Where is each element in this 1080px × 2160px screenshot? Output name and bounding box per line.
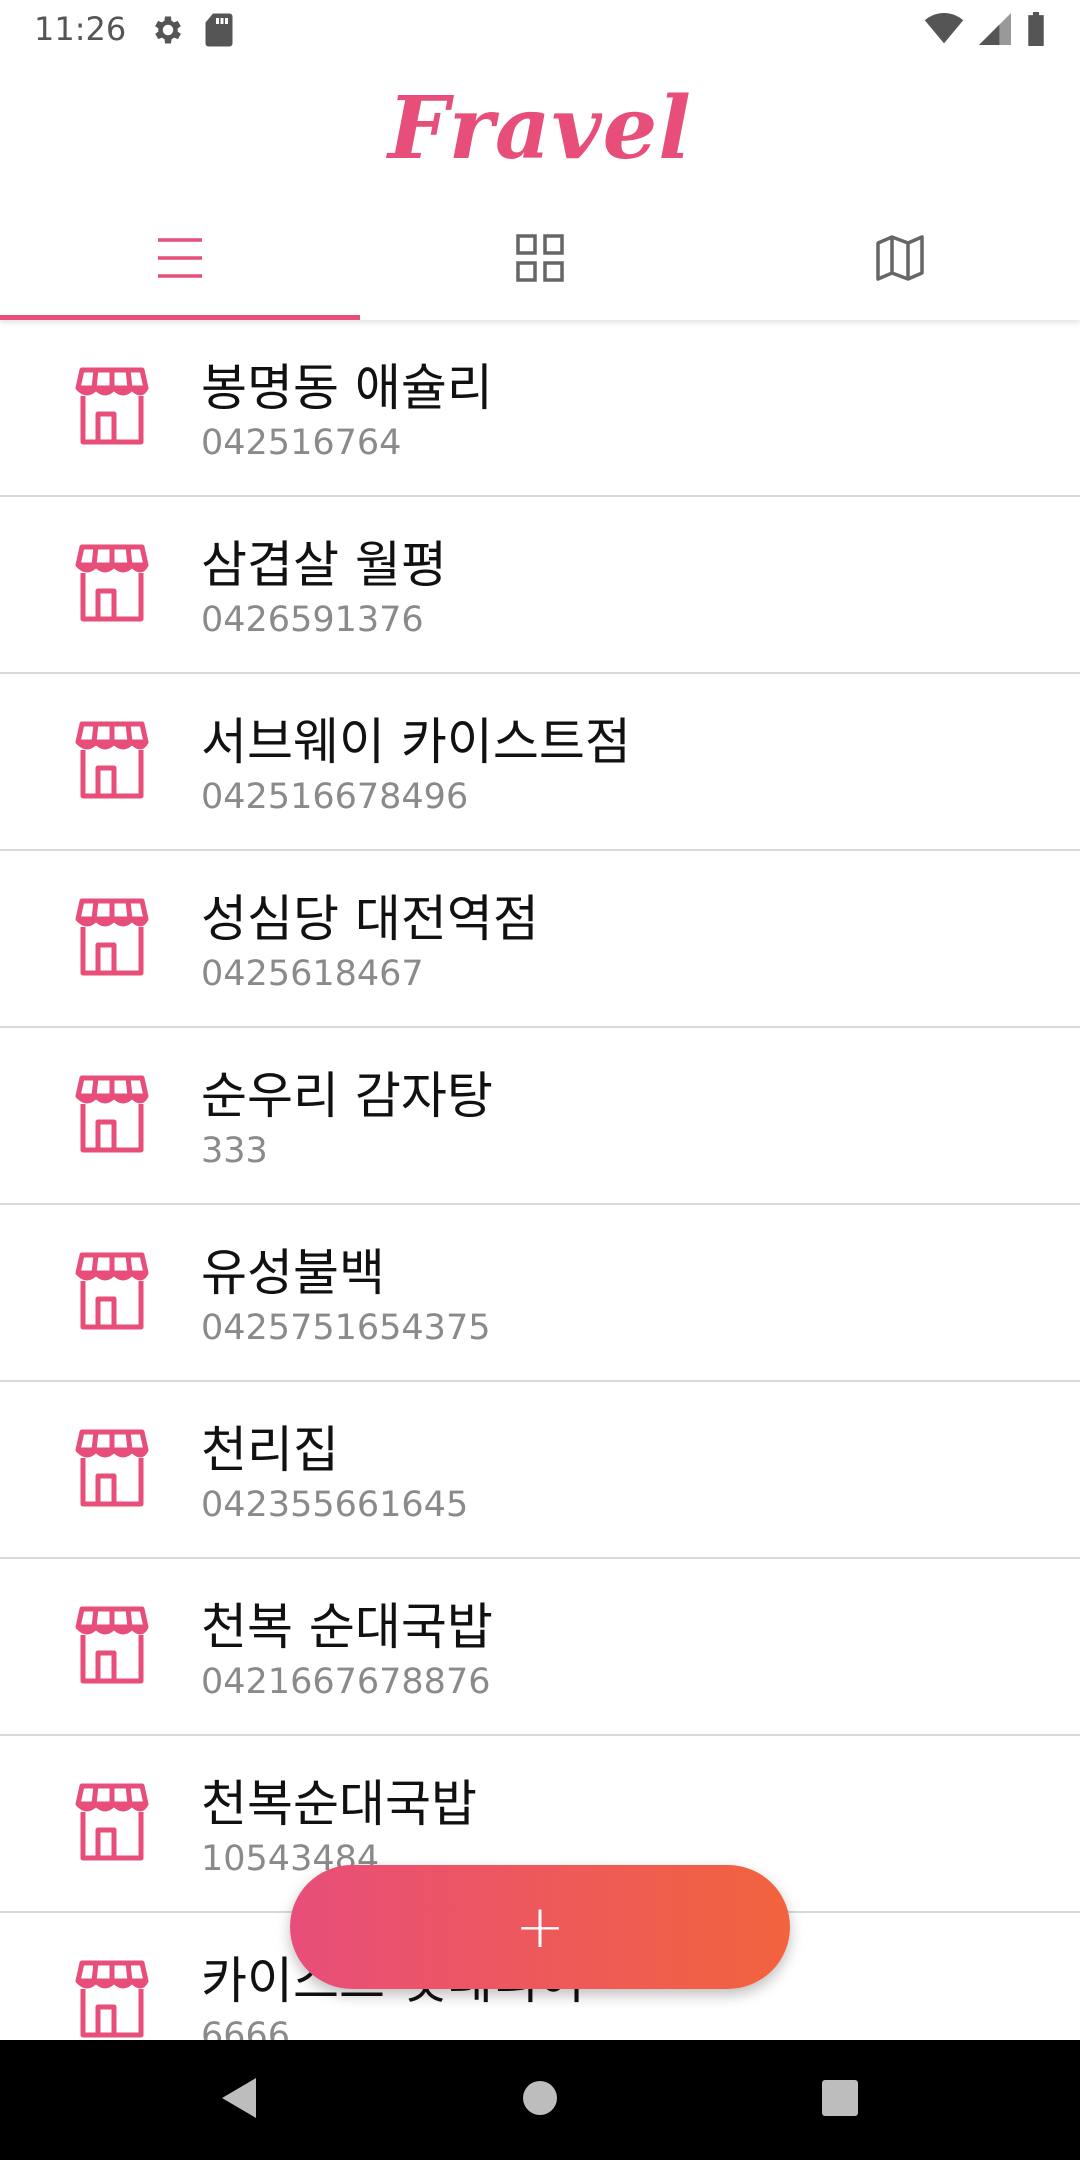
view-tabs	[0, 200, 1080, 320]
settings-icon	[150, 12, 186, 52]
sd-card-icon	[204, 12, 234, 52]
place-name: 서브웨이 카이스트점	[201, 713, 631, 771]
place-phone: 6666	[201, 2016, 291, 2040]
store-icon	[74, 1074, 150, 1154]
place-phone: 0426591376	[201, 600, 424, 640]
status-bar: 11:26	[0, 0, 1080, 60]
place-name: 천복 순대국밥	[201, 1598, 493, 1656]
store-icon	[74, 1959, 150, 2039]
app-title: Fravel	[388, 78, 692, 179]
place-phone: 042516678496	[201, 777, 469, 817]
place-phone: 333	[201, 1131, 268, 1171]
list-item[interactable]: 순우리 감자탕 333	[0, 1028, 1080, 1205]
app-bar: Fravel	[0, 60, 1080, 200]
store-icon	[74, 720, 150, 800]
home-button[interactable]	[495, 2040, 585, 2160]
store-icon	[74, 543, 150, 623]
add-icon: +	[514, 1892, 566, 1962]
store-icon	[74, 1251, 150, 1331]
grid-icon	[516, 234, 564, 286]
tab-grid[interactable]	[360, 200, 720, 320]
place-list: 봉명동 애슐리 042516764 삼겹살 월평 0426591376 서브웨이 카이스…	[0, 320, 1080, 2040]
wifi-icon	[924, 13, 964, 49]
battery-icon	[1026, 12, 1046, 50]
add-place-button[interactable]: +	[290, 1865, 790, 1989]
navigation-bar	[0, 2040, 1080, 2160]
place-name: 성심당 대전역점	[201, 890, 539, 948]
home-icon	[522, 2080, 558, 2120]
list-item[interactable]: 서브웨이 카이스트점 042516678496	[0, 674, 1080, 851]
list-item[interactable]: 성심당 대전역점 0425618467	[0, 851, 1080, 1028]
list-item[interactable]: 유성불백 0425751654375	[0, 1205, 1080, 1382]
list-item[interactable]: 봉명동 애슐리 042516764	[0, 320, 1080, 497]
place-phone: 0425618467	[201, 954, 424, 994]
place-phone: 042355661645	[201, 1485, 469, 1525]
recents-icon	[821, 2079, 859, 2121]
list-icon	[156, 236, 204, 284]
store-icon	[74, 1605, 150, 1685]
back-button[interactable]	[195, 2040, 285, 2160]
map-icon	[876, 235, 924, 285]
place-name: 유성불백	[201, 1244, 385, 1302]
back-icon	[220, 2076, 260, 2124]
place-phone: 0421667678876	[201, 1662, 491, 1702]
place-phone: 0425751654375	[201, 1308, 491, 1348]
list-item[interactable]: 천리집 042355661645	[0, 1382, 1080, 1559]
store-icon	[74, 897, 150, 977]
recents-button[interactable]	[795, 2040, 885, 2160]
tab-map[interactable]	[720, 200, 1080, 320]
place-phone: 042516764	[201, 423, 402, 463]
list-item[interactable]: 천복 순대국밥 0421667678876	[0, 1559, 1080, 1736]
place-name: 천리집	[201, 1421, 339, 1479]
place-name: 봉명동 애슐리	[201, 359, 493, 417]
tab-list[interactable]	[0, 200, 360, 320]
store-icon	[74, 366, 150, 446]
place-name: 천복순대국밥	[201, 1775, 477, 1833]
place-name: 순우리 감자탕	[201, 1067, 493, 1125]
status-time: 11:26	[34, 10, 127, 48]
signal-icon	[978, 13, 1012, 49]
store-icon	[74, 1428, 150, 1508]
place-name: 삼겹살 월평	[201, 536, 447, 594]
store-icon	[74, 1782, 150, 1862]
list-item[interactable]: 삼겹살 월평 0426591376	[0, 497, 1080, 674]
